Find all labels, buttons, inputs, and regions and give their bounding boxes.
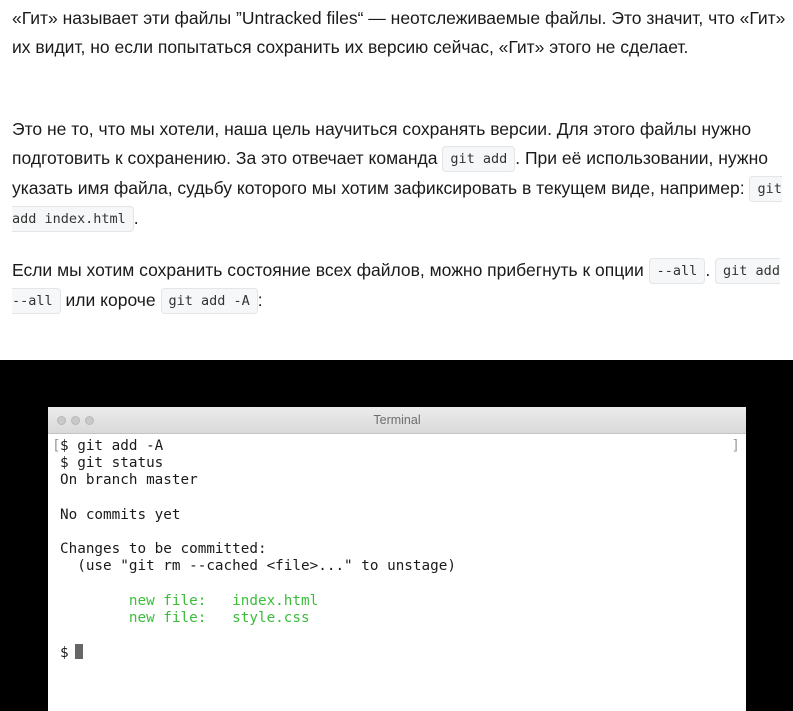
paragraph-text: или короче [60, 290, 161, 310]
selection-bracket-icon: [ [52, 438, 61, 454]
terminal-window: Terminal [ ] $ git add -A $ git status O… [48, 407, 746, 711]
inline-code: git add -A [160, 288, 258, 314]
selection-bracket-icon: ] [731, 438, 740, 454]
terminal-line: (use "git rm --cached <file>..." to unst… [60, 558, 456, 575]
paragraph-text: «Гит» называет эти файлы ”Untracked file… [12, 8, 786, 57]
cursor-icon [74, 644, 83, 660]
terminal-line-new-file: new file: style.css [60, 609, 310, 626]
terminal-screenshot: Terminal [ ] $ git add -A $ git status O… [0, 360, 793, 711]
paragraph-untracked: «Гит» называет эти файлы ”Untracked file… [12, 4, 787, 62]
paragraph-text: . [133, 208, 139, 228]
terminal-line: Changes to be committed: [60, 541, 267, 558]
terminal-line: No commits yet [60, 506, 181, 523]
terminal-output[interactable]: [ ] $ git add -A $ git status On branch … [48, 434, 746, 661]
terminal-line: On branch master [60, 472, 198, 489]
paragraph-git-add: Это не то, что мы хотели, наша цель науч… [12, 115, 787, 234]
paragraph-text: : [257, 290, 263, 310]
terminal-title: Terminal [373, 413, 421, 427]
inline-code: --all [648, 258, 706, 284]
inline-code: git add [442, 146, 516, 172]
terminal-prompt[interactable]: $ [60, 644, 746, 661]
paragraph-text: . [705, 260, 716, 280]
terminal-line: $ git status [60, 455, 164, 472]
terminal-line-new-file: new file: index.html [60, 592, 319, 609]
prompt-symbol: $ [60, 645, 69, 662]
paragraph-text: Если мы хотим сохранить состояние всех ф… [12, 260, 649, 280]
terminal-line: $ git add -A [60, 438, 164, 454]
paragraph-add-all: Если мы хотим сохранить состояние всех ф… [12, 256, 787, 316]
terminal-titlebar: Terminal [48, 407, 746, 434]
